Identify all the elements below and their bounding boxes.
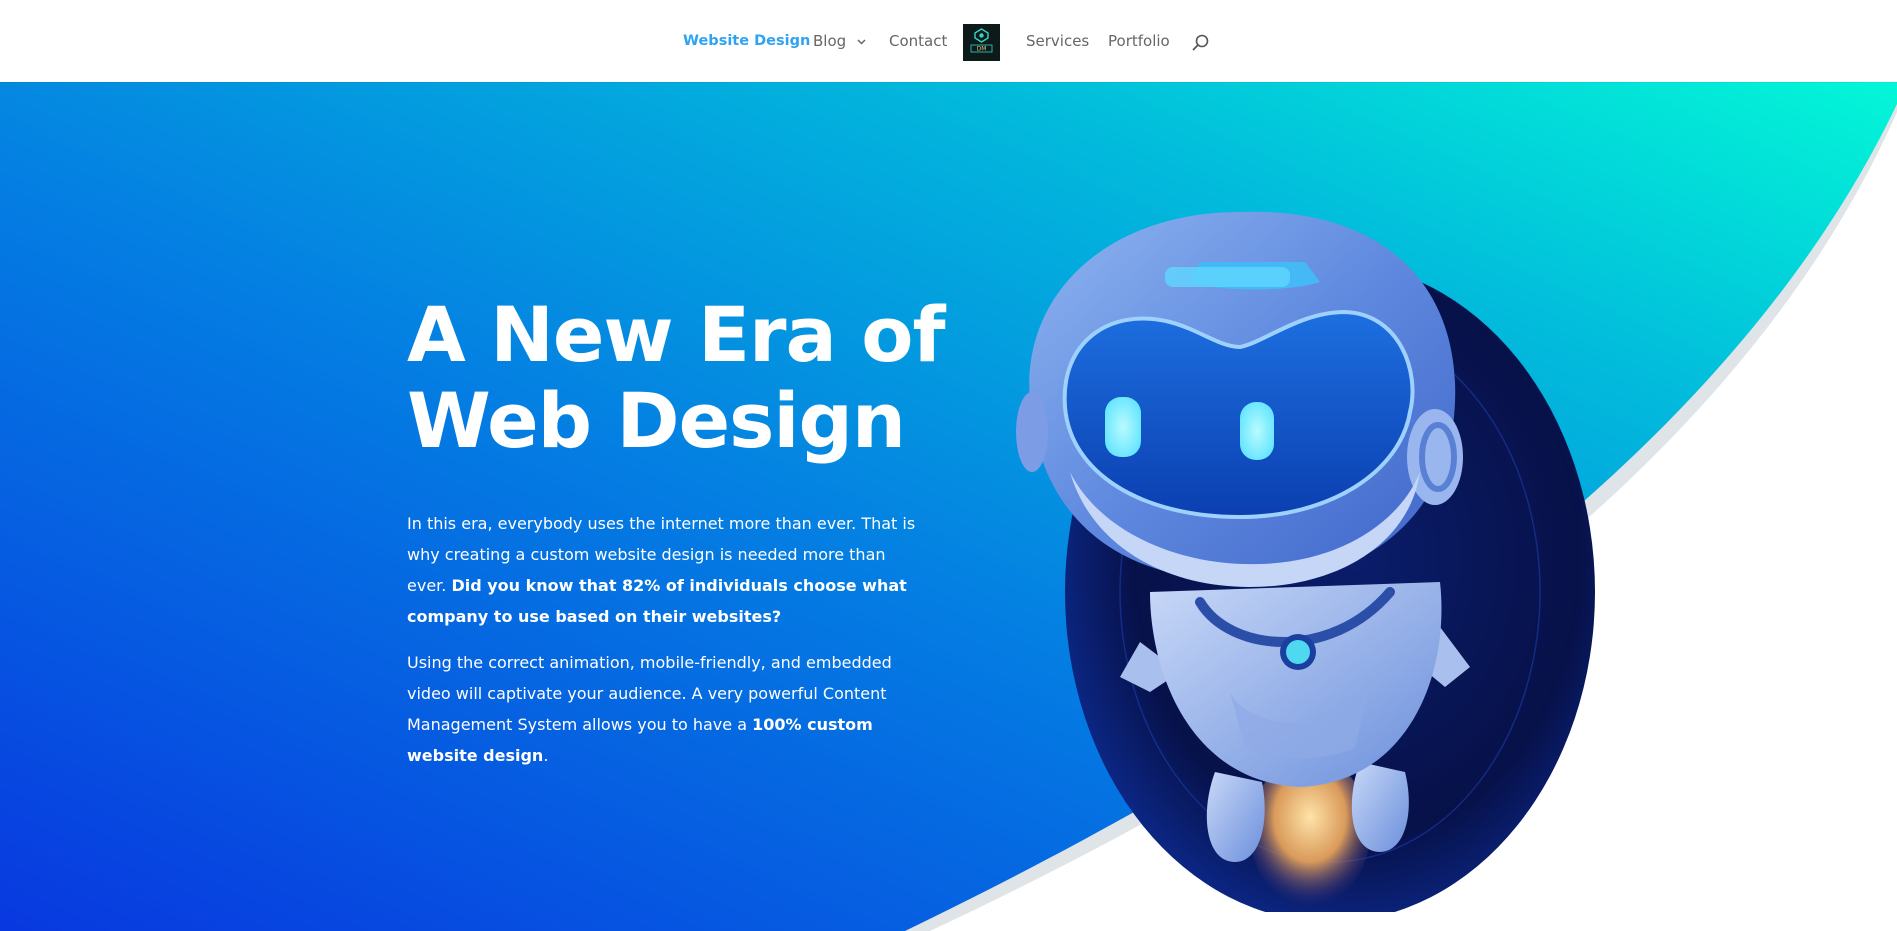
nav-item-blog-label: Blog (813, 32, 847, 50)
nav-item-portfolio[interactable]: Portfolio (1108, 31, 1170, 51)
nav-item-services[interactable]: Services (1026, 31, 1089, 51)
hero-paragraph-2: Using the correct animation, mobile-frie… (407, 647, 927, 771)
hero-paragraph-1-highlight: Did you know that 82% of individuals cho… (407, 576, 907, 626)
site-logo[interactable]: DM (963, 24, 1000, 61)
hero-title: A New Era of Web Design (407, 290, 946, 465)
hero-section: A New Era of Web Design In this era, eve… (0, 82, 1897, 931)
main-nav: Website Design Blog Contact DM Services (0, 0, 1897, 82)
robot-astronaut-illustration (1016, 211, 1595, 912)
hero-paragraph-1: In this era, everybody uses the internet… (407, 508, 927, 632)
search-button[interactable] (1191, 33, 1211, 53)
logo-mark-icon: DM (963, 24, 1000, 61)
svg-text:DM: DM (977, 46, 987, 53)
nav-item-website-design[interactable]: Website Design (683, 31, 810, 51)
nav-item-contact[interactable]: Contact (889, 31, 947, 51)
page: Website Design Blog Contact DM Services (0, 0, 1897, 931)
site-header: Website Design Blog Contact DM Services (0, 0, 1897, 82)
nav-item-blog[interactable]: Blog (813, 31, 866, 51)
hero-paragraph-2-end: . (543, 746, 549, 765)
chevron-down-icon (857, 38, 866, 45)
search-icon (1192, 34, 1209, 51)
